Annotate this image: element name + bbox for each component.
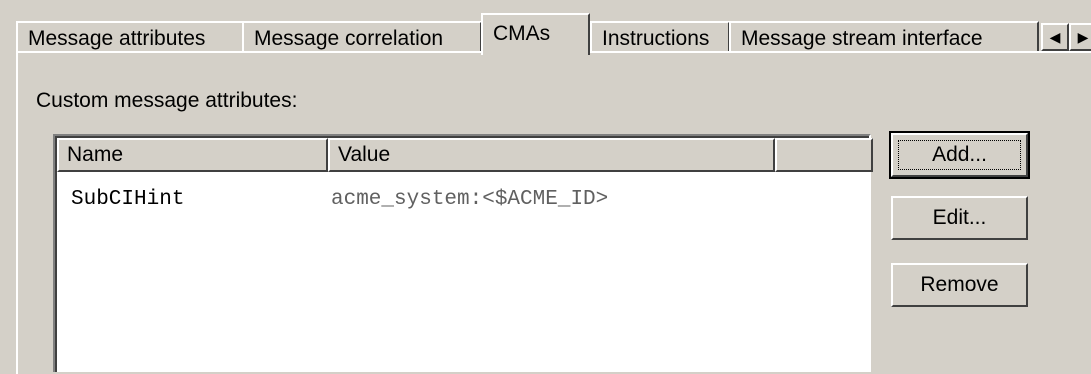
- dialog-window: Message attributes Message correlation C…: [0, 0, 1091, 374]
- tab-strip: Message attributes Message correlation C…: [16, 13, 1091, 55]
- column-header-value[interactable]: Value: [328, 138, 775, 172]
- tab-message-stream-interface[interactable]: Message stream interface: [729, 21, 1039, 54]
- custom-message-attributes-label: Custom message attributes:: [36, 89, 298, 112]
- focus-rectangle: [898, 140, 1021, 170]
- tab-message-correlation[interactable]: Message correlation: [242, 21, 482, 54]
- cma-name-cell: SubCIHint: [71, 188, 185, 211]
- tab-instructions[interactable]: Instructions: [590, 21, 730, 54]
- right-arrow-icon[interactable]: ▶: [1069, 23, 1091, 51]
- cma-list[interactable]: Name Value SubCIHint acme_system:<$ACME_…: [53, 134, 873, 372]
- left-arrow-icon[interactable]: ◀: [1041, 23, 1069, 51]
- column-header-filler: [775, 138, 873, 172]
- cma-value-cell: acme_system:<$ACME_ID>: [331, 188, 609, 211]
- tab-cmas[interactable]: CMAs: [481, 13, 590, 55]
- tab-message-attributes[interactable]: Message attributes: [16, 21, 244, 54]
- edit-button[interactable]: Edit...: [891, 196, 1028, 240]
- add-button[interactable]: Add...: [889, 131, 1030, 179]
- remove-button[interactable]: Remove: [891, 263, 1028, 307]
- column-header-name[interactable]: Name: [57, 138, 328, 172]
